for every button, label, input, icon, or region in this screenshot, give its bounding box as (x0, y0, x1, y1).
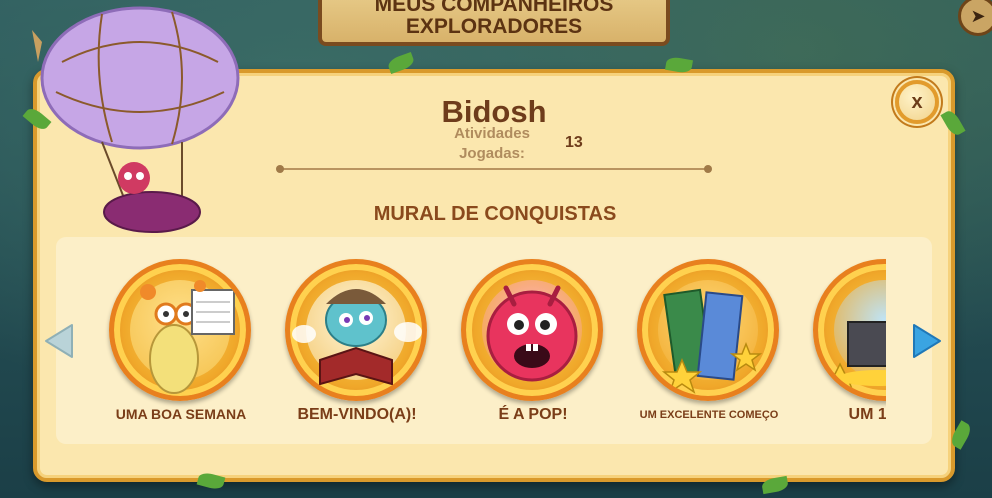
banner-line-1: MEUS COMPANHEIROS (374, 0, 614, 16)
achievement-label: UM 10 PE (848, 406, 886, 423)
pink-fluffy-monster-icon (461, 259, 603, 401)
achievement-badge[interactable]: UM 10 PE (800, 255, 886, 435)
activities-label-line1: Atividades (454, 125, 530, 142)
activities-label-line2: Jogadas: (459, 145, 525, 162)
achievement-label: É A POP! (498, 406, 568, 423)
chevron-right-icon (913, 324, 941, 358)
activities-value: 13 (565, 134, 583, 151)
divider (276, 165, 712, 173)
banner-line-2: EXPLORADORES (405, 15, 583, 38)
achievement-label: UM EXCELENTE COMEÇO (639, 409, 779, 421)
trophy-stars-icon (813, 259, 886, 401)
carousel-next-button[interactable] (910, 322, 944, 360)
achievement-badge[interactable]: UM EXCELENTE COMEÇO (624, 255, 794, 435)
stack-of-books-icon (637, 259, 779, 401)
chevron-left-icon (45, 324, 73, 358)
achievement-badge[interactable]: UMA BOA SEMANA (96, 255, 266, 435)
achievement-badge[interactable]: É A POP! (448, 255, 618, 435)
background-banner: MEUS COMPANHEIROS EXPLORADORES (318, 0, 670, 46)
pilot-reading-book-icon (285, 259, 427, 401)
close-button[interactable]: x (895, 80, 939, 124)
achievement-badge[interactable]: BEM-VINDO(A)! (272, 255, 442, 435)
achievements-carousel: UMA BOA SEMANA BEM-VINDO(A)! É A POP! UM… (96, 255, 886, 435)
achievements-title: MURAL DE CONQUISTAS (373, 203, 617, 225)
airship-balloon-illustration (32, 2, 252, 264)
carousel-prev-button[interactable] (42, 322, 76, 360)
calendar-monster-icon (109, 259, 251, 401)
activities-label: Atividades Jogadas: (432, 124, 552, 164)
achievement-label: UMA BOA SEMANA (115, 406, 247, 422)
achievement-label: BEM-VINDO(A)! (297, 406, 417, 423)
close-icon: x (911, 90, 923, 113)
